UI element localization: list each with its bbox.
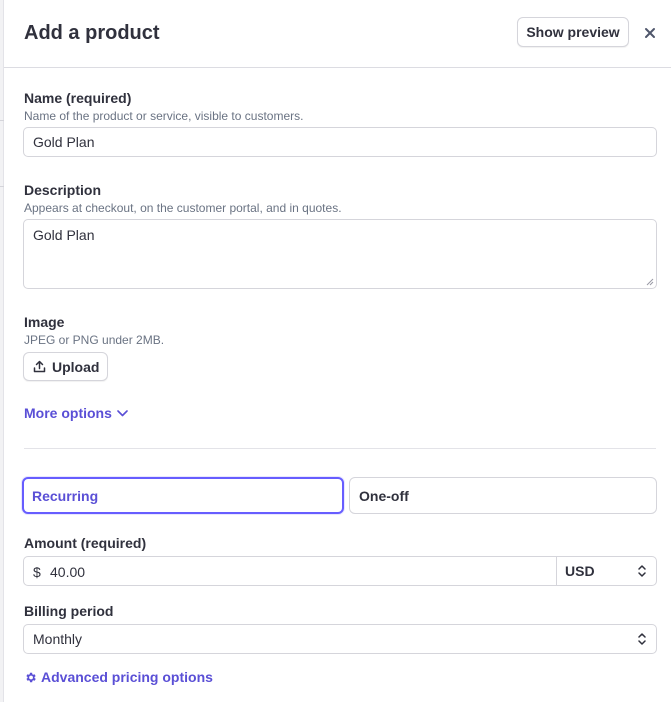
billing-period-value: Monthly xyxy=(33,631,83,647)
background-panel-edge xyxy=(0,0,4,702)
name-input-value: Gold Plan xyxy=(33,134,95,150)
billing-period-select[interactable]: Monthly xyxy=(23,624,657,654)
more-options-label: More options xyxy=(24,405,112,421)
edge-mark xyxy=(0,120,4,121)
select-arrows-icon xyxy=(638,633,646,645)
amount-input[interactable]: 40.00 xyxy=(50,564,85,580)
page-title: Add a product xyxy=(24,22,160,44)
currency-select[interactable]: USD xyxy=(556,557,656,585)
more-options-link[interactable]: More options xyxy=(24,405,128,421)
one-off-option[interactable]: One-off xyxy=(349,477,657,514)
name-label: Name (required) xyxy=(24,90,132,106)
chevron-down-icon xyxy=(117,409,128,416)
gear-icon xyxy=(26,672,36,682)
section-divider xyxy=(24,448,656,449)
show-preview-button[interactable]: Show preview xyxy=(517,17,629,47)
advanced-pricing-label: Advanced pricing options xyxy=(41,669,213,685)
description-value: Gold Plan xyxy=(33,227,95,243)
currency-value: USD xyxy=(565,563,595,579)
advanced-pricing-link[interactable]: Advanced pricing options xyxy=(24,669,213,685)
drawer-header: Add a product Show preview xyxy=(4,0,671,68)
name-hint: Name of the product or service, visible … xyxy=(24,109,304,123)
description-label: Description xyxy=(24,182,102,198)
description-hint: Appears at checkout, on the customer por… xyxy=(24,201,342,215)
description-textarea[interactable]: Gold Plan xyxy=(23,219,657,289)
amount-field: $ 40.00 USD xyxy=(23,556,657,586)
upload-button[interactable]: Upload xyxy=(23,352,108,381)
recurring-option[interactable]: Recurring xyxy=(22,477,344,514)
close-icon[interactable] xyxy=(643,26,657,40)
upload-icon xyxy=(33,360,46,373)
amount-label: Amount (required) xyxy=(24,535,147,551)
name-input[interactable]: Gold Plan xyxy=(23,127,657,157)
upload-label: Upload xyxy=(52,358,100,375)
currency-symbol: $ xyxy=(33,564,41,580)
resize-grip-icon[interactable] xyxy=(646,278,654,286)
image-label: Image xyxy=(24,314,65,330)
select-arrows-icon xyxy=(638,565,646,577)
billing-period-label: Billing period xyxy=(24,603,114,619)
edge-mark xyxy=(0,186,4,187)
image-hint: JPEG or PNG under 2MB. xyxy=(24,333,165,347)
